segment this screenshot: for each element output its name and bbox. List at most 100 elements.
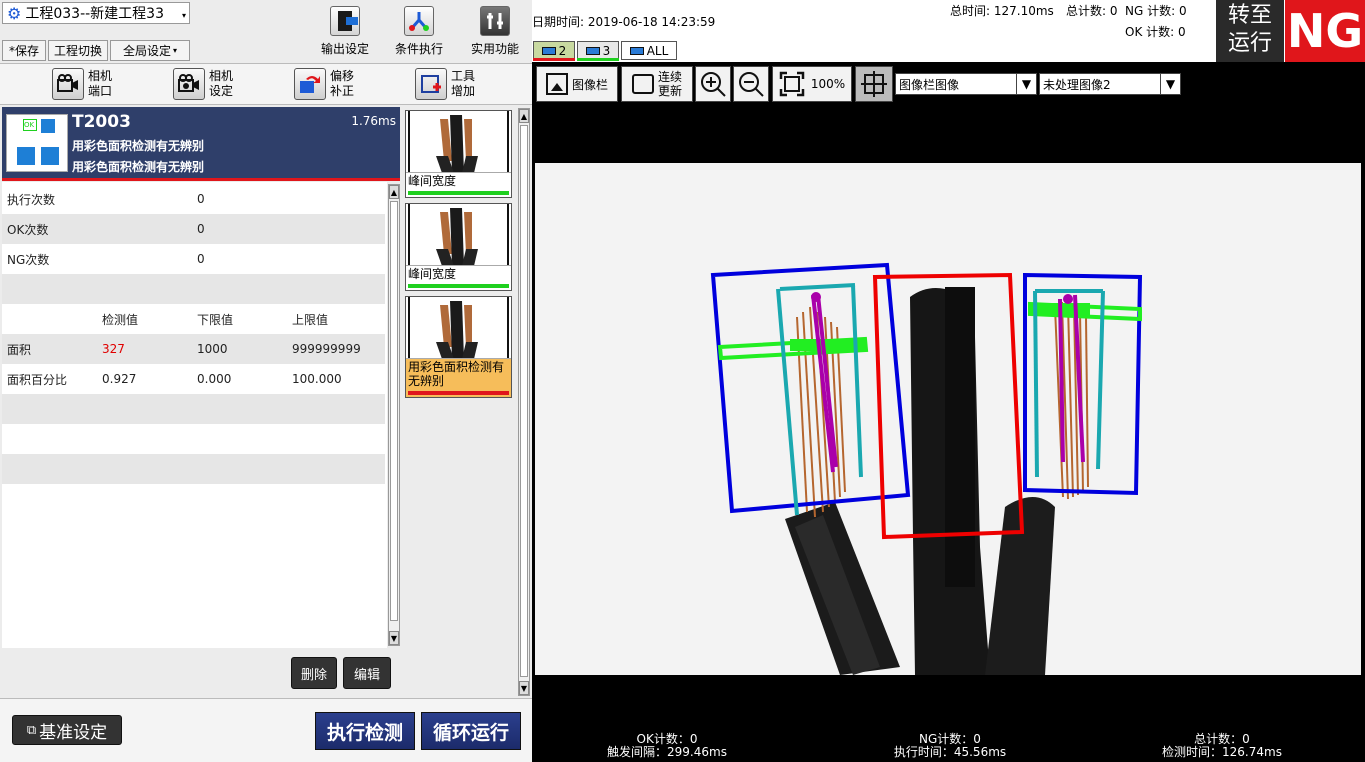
save-button[interactable]: *保存 [2,40,46,61]
image-viewer[interactable] [535,107,1361,732]
execute-inspection-button[interactable]: 执行检测 [315,712,415,750]
thumbnail-scrollbar[interactable]: ▲ ▼ [518,108,530,696]
ok-count-value: 0 [197,222,205,236]
color-area-tool-icon: OK [6,114,68,172]
area-measure: 327 [102,342,125,356]
project-title: 工程033--新建工程33 [25,6,164,22]
status-exec-time: 执行时间：45.56ms [893,745,1007,759]
gear-icon: ⚙ [7,3,22,23]
continuous-update-button[interactable]: 连续 更新 [621,66,693,102]
condition-exec-label: 条件执行 [394,42,443,56]
area-lower: 1000 [197,342,228,356]
camera-settings-label-2: 设定 [209,84,234,98]
right-panel: 日期时间: 2019-06-18 14:23:59 总时间: 127.10ms … [532,0,1365,762]
utility-label: 实用功能 [470,42,519,56]
camera-icon [52,68,84,100]
scroll-thumb[interactable] [390,201,398,621]
utility-button[interactable]: 实用功能 [462,6,528,57]
col-upper: 上限值 [292,312,329,327]
table-row: 面积 327 1000 999999999 [2,334,385,364]
continuous-label-1: 连续 [657,70,682,84]
table-header: 检测值 下限值 上限值 [2,304,385,334]
loop-run-button[interactable]: 循环运行 [421,712,521,750]
tool-name-2: 用彩色面积检测有无辨别 [72,160,205,174]
baseline-settings-label: 基准设定 [39,722,108,743]
zoom-out-button[interactable] [733,66,769,102]
ng-status-bar [408,391,509,395]
camera-tab-all[interactable]: ALL [621,41,677,60]
status-trigger-interval: 触发间隔：299.46ms [607,745,727,759]
zoom-in-button[interactable] [695,66,731,102]
tool-time: 1.76ms [351,114,396,128]
ok-count-label: OK次数 [7,222,49,237]
camera-settings-button[interactable]: 相机 设定 [173,68,233,100]
thumbnail-2-label: 峰间宽度 [408,267,457,281]
fit-zoom-button[interactable]: 100% [772,66,852,102]
list-scrollbar[interactable]: ▲ ▼ [388,184,400,646]
switch-run-label-1: 转至 [1227,3,1272,28]
baseline-settings-button[interactable]: ⧉ 基准设定 [12,715,122,745]
project-selector[interactable]: ⚙ 工程033--新建工程33 ▾ [2,2,190,24]
switch-to-run-button[interactable]: 转至 运行 [1216,0,1284,62]
add-tool-button[interactable]: 工具 增加 [415,68,475,100]
camera-tab-all-label: ALL [646,43,669,58]
output-settings-button[interactable]: 输出设定 [312,6,378,57]
offset-correction-button[interactable]: 偏移 补正 [294,68,354,100]
project-switch-button[interactable]: 工程切换 [48,40,108,61]
scroll-up-icon[interactable]: ▲ [519,109,529,123]
image-type-select[interactable]: 未处理图像2 ▼ [1039,73,1181,95]
total-count: 总计数: 0 [1066,4,1118,18]
zoom-out-icon [739,72,764,97]
delete-button[interactable]: 删除 [291,657,337,689]
tool-name-1: 用彩色面积检测有无辨别 [72,139,205,153]
scroll-down-icon[interactable]: ▼ [519,681,529,695]
add-tool-label-1: 工具 [451,69,476,83]
tool-thumbnail-1[interactable]: 峰间宽度 [405,110,512,198]
ng-indicator-bar [2,178,400,181]
camera-port-button[interactable]: 相机 端口 [52,68,112,100]
camera-port-label-2: 端口 [88,84,113,98]
status-detect-time: 检测时间：126.74ms [1162,745,1282,759]
tool-thumbnail-3[interactable]: 用彩色面积检测有无辨别 [405,296,512,398]
global-settings-button[interactable]: 全局设定 ▾ [110,40,190,61]
condition-exec-button[interactable]: 条件执行 [386,6,452,57]
area-percent-measure: 0.927 [102,372,137,386]
ng-count-label: NG次数 [7,252,50,267]
camera-icon [541,46,556,55]
list-item [2,454,385,484]
image-bar-button[interactable]: 图像栏 [536,66,618,102]
inspection-image [535,107,1361,732]
camera-settings-label-1: 相机 [209,69,234,83]
roi-select-button[interactable] [855,66,893,102]
camera-settings-icon [173,68,205,100]
chevron-down-icon: ▼ [1016,74,1036,94]
area-percent-upper: 100.000 [292,372,342,386]
current-tool-header[interactable]: OK T2003 1.76ms 用彩色面积检测有无辨别 用彩色面积检测有无辨别 [2,107,400,179]
switch-run-label-2: 运行 [1227,31,1272,56]
tool-thumbnail-2[interactable]: 峰间宽度 [405,203,512,291]
fit-screen-icon [779,71,805,97]
ng-count: NG 计数: 0 [1125,4,1187,18]
continuous-update-icon [631,74,654,94]
scroll-thumb[interactable] [520,125,528,677]
list-item: 执行次数 0 [2,184,385,214]
list-item [2,424,385,454]
camera-tab-2-label: 2 [558,43,567,58]
wire-thumbnail-image [406,111,511,173]
image-bar-icon [545,73,568,95]
ng-tab-indicator [533,58,575,61]
camera-tab-3-label: 3 [602,43,611,58]
camera-icon [629,46,644,55]
scroll-up-icon[interactable]: ▲ [389,185,399,199]
list-item [2,394,385,424]
scroll-down-icon[interactable]: ▼ [389,631,399,645]
offset-icon [294,68,326,100]
list-item: NG次数 0 [2,244,385,274]
image-source-select[interactable]: 图像栏图像 ▼ [895,73,1037,95]
add-tool-icon [415,68,447,100]
exec-count-label: 执行次数 [7,192,56,207]
edit-button[interactable]: 编辑 [343,657,391,689]
image-source-value: 图像栏图像 [899,77,960,92]
zoom-level: 100% [810,77,846,91]
offset-label-1: 偏移 [330,69,355,83]
